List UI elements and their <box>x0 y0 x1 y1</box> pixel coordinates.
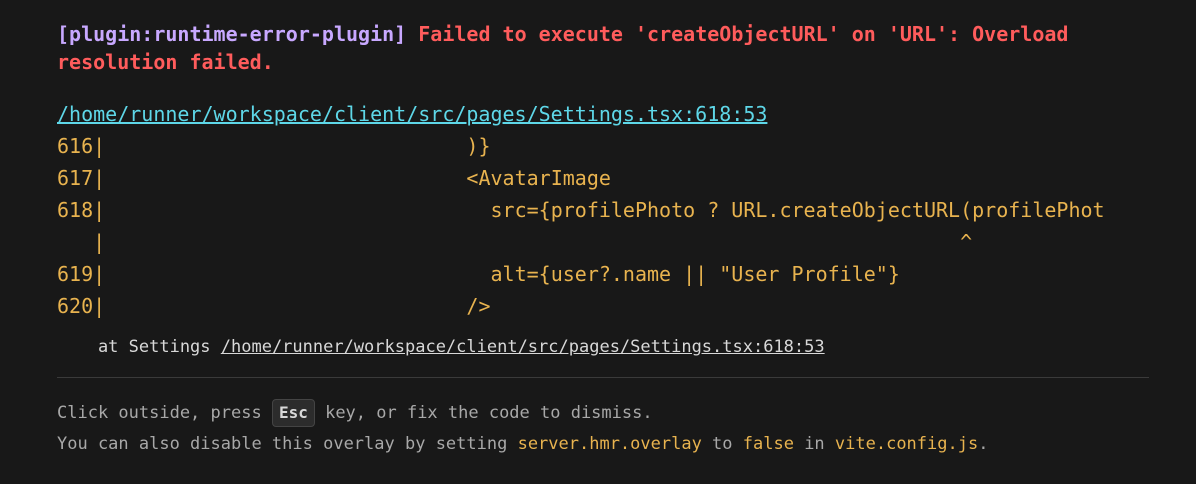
tip-text: You can also disable this overlay by set… <box>57 434 518 454</box>
code-frame-line: 616| )} <box>57 130 1139 162</box>
tip-line-1: Click outside, press Esc key, or fix the… <box>57 398 1139 429</box>
line-number: | <box>57 230 106 254</box>
code-frame-line: 617| <AvatarImage <box>57 162 1139 194</box>
code-text: alt={user?.name || "User Profile"} <box>105 262 900 286</box>
code-frame: 616| )} 617| <AvatarImage 618| src={prof… <box>57 130 1139 322</box>
code-text: <AvatarImage <box>105 166 611 190</box>
line-number: 618| <box>57 198 106 222</box>
config-key: server.hmr.overlay <box>517 434 702 454</box>
stack-prefix: at Settings <box>57 337 221 357</box>
tip-text: to <box>701 434 743 454</box>
code-text: src={profilePhoto ? URL.createObjectURL(… <box>105 198 1105 222</box>
tip-line-2: You can also disable this overlay by set… <box>57 429 1139 460</box>
tip-text: Click outside, press <box>57 403 272 423</box>
code-frame-line: | ^ <box>57 226 1139 258</box>
line-number: 620| <box>57 294 106 318</box>
line-number: 616| <box>57 134 106 158</box>
tip-text: key, or fix the code to dismiss. <box>314 403 653 423</box>
esc-key: Esc <box>271 399 315 427</box>
error-overlay[interactable]: [plugin:runtime-error-plugin] Failed to … <box>0 0 1196 484</box>
tip-text: in <box>793 434 835 454</box>
stack-trace: at Settings /home/runner/workspace/clien… <box>57 336 1139 358</box>
error-message: [plugin:runtime-error-plugin] Failed to … <box>57 20 1147 76</box>
code-frame-line: 619| alt={user?.name || "User Profile"} <box>57 258 1139 290</box>
config-value: false <box>742 434 794 454</box>
tip-text: . <box>978 434 989 454</box>
line-number: 617| <box>57 166 106 190</box>
caret-marker: ^ <box>105 230 973 254</box>
plugin-name: [plugin:runtime-error-plugin] <box>57 22 407 46</box>
line-number: 619| <box>57 262 106 286</box>
file-link[interactable]: /home/runner/workspace/client/src/pages/… <box>57 101 767 127</box>
config-file: vite.config.js <box>834 434 979 454</box>
dismiss-tip: Click outside, press Esc key, or fix the… <box>57 398 1139 460</box>
divider <box>57 377 1149 378</box>
code-frame-line: 620| /> <box>57 290 1139 322</box>
code-text: /> <box>105 294 491 318</box>
code-frame-line: 618| src={profilePhoto ? URL.createObjec… <box>57 194 1139 226</box>
stack-file-link[interactable]: /home/runner/workspace/client/src/pages/… <box>221 337 825 357</box>
code-text: )} <box>105 134 491 158</box>
